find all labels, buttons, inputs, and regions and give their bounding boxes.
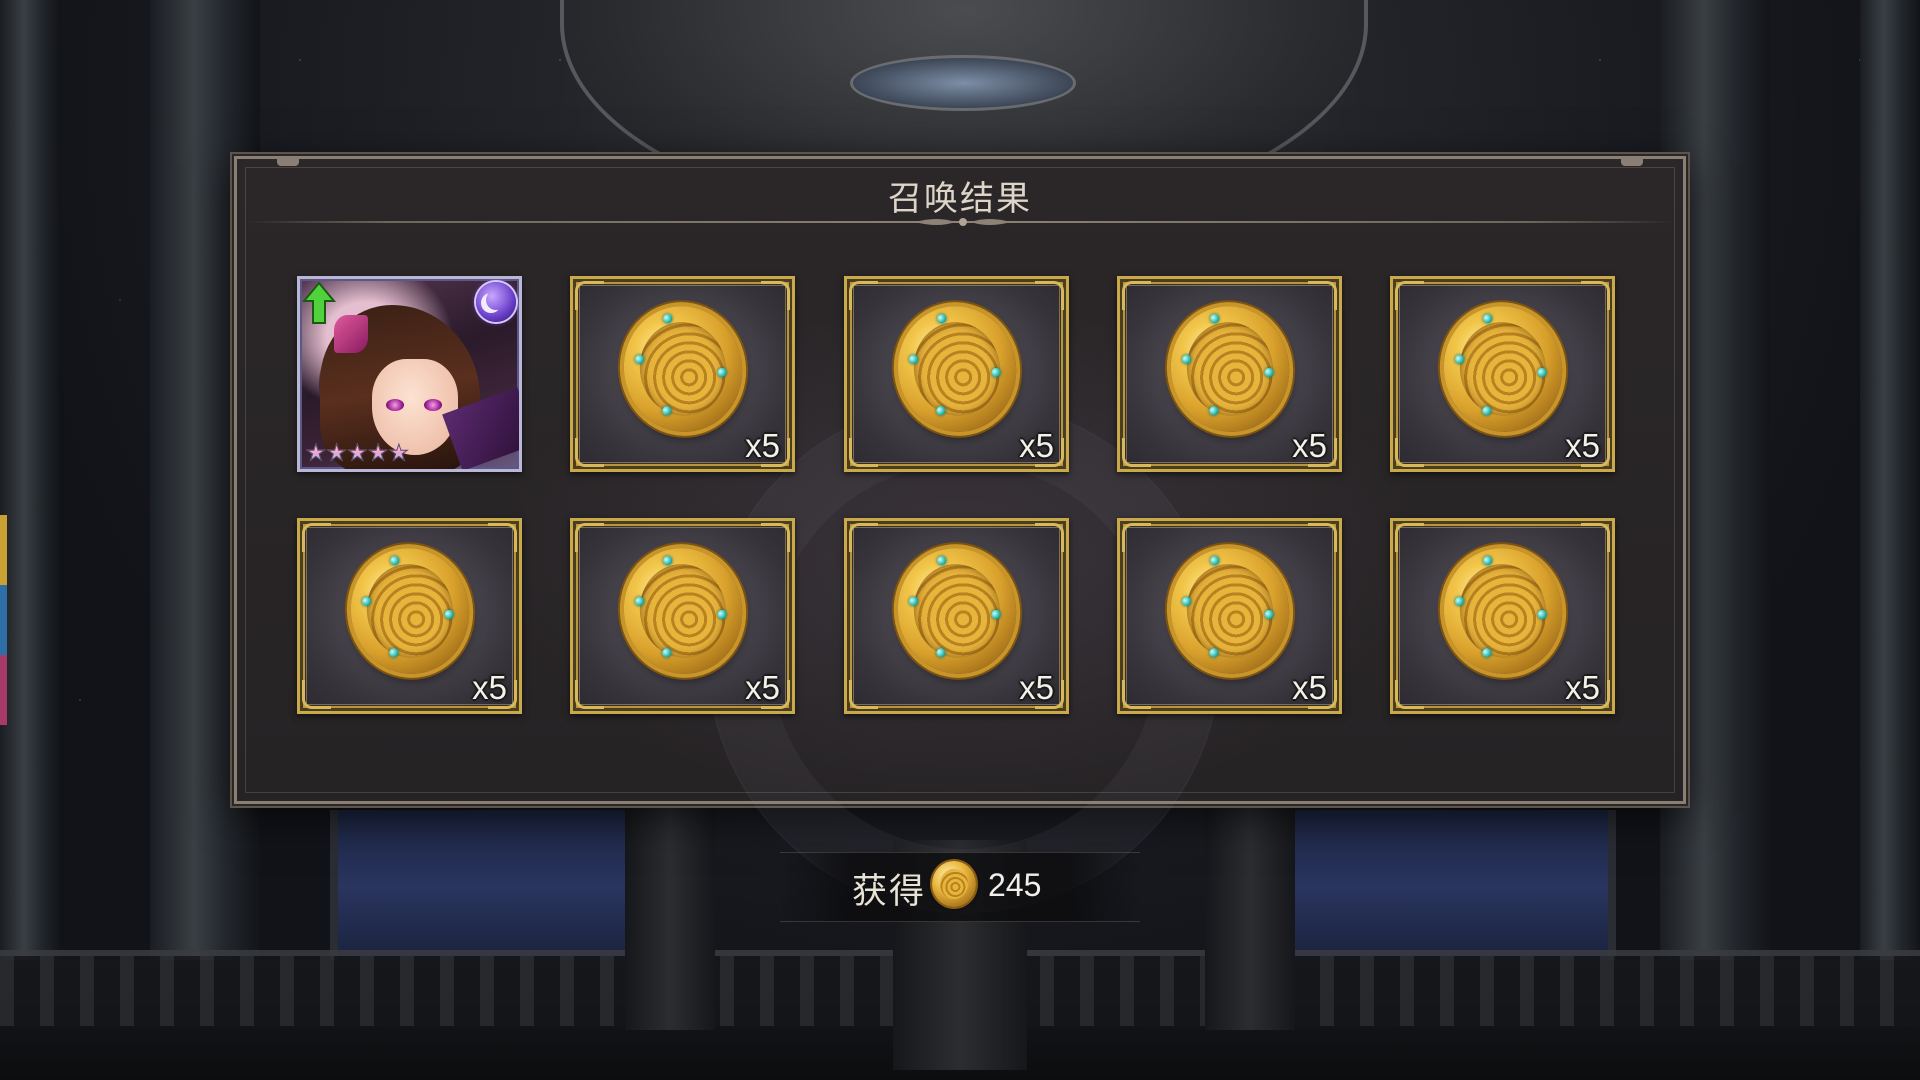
title-ornament-icon	[915, 218, 1011, 226]
result-card-item[interactable]: x5	[297, 518, 522, 714]
edge-strip-blue	[0, 585, 7, 655]
item-quantity: x5	[1019, 427, 1054, 464]
dialog-title: 召唤结果	[888, 179, 1032, 219]
golden-dragon-coin-icon	[611, 295, 754, 443]
summon-result-dialog: 召唤结果 ★ ★ ★ ★ ★ x5 x5 x5 x5 x5 x5 x5 x5 x…	[234, 156, 1686, 913]
golden-dragon-coin-icon	[1431, 295, 1574, 443]
pedestal-right	[1205, 800, 1295, 1030]
obtained-summary: 获得 245	[780, 852, 1140, 922]
moon-icon	[476, 282, 516, 322]
golden-dragon-coin-icon	[338, 537, 481, 685]
obtained-value: 245	[988, 867, 1042, 903]
result-card-character[interactable]: ★ ★ ★ ★ ★	[297, 276, 522, 472]
item-quantity: x5	[1292, 669, 1327, 706]
star-icon: ★	[326, 441, 347, 466]
result-card-item[interactable]: x5	[1390, 276, 1615, 472]
item-quantity: x5	[1019, 669, 1054, 706]
dialog-title-bar: 召唤结果	[237, 159, 1683, 226]
result-card-item[interactable]: x5	[1117, 276, 1342, 472]
character-eye	[424, 399, 442, 411]
character-eye	[386, 399, 404, 411]
golden-dragon-coin-icon	[1158, 537, 1301, 685]
star-icon: ★	[347, 441, 368, 466]
item-quantity: x5	[1292, 427, 1327, 464]
golden-dragon-coin-icon	[885, 537, 1028, 685]
golden-dragon-coin-icon	[885, 295, 1028, 443]
obtained-label: 获得	[852, 872, 927, 912]
level-up-arrow-icon	[302, 281, 336, 324]
item-quantity: x5	[1565, 669, 1600, 706]
star-icon: ★	[306, 441, 327, 466]
item-quantity: x5	[472, 669, 507, 706]
result-card-item[interactable]: x5	[844, 518, 1069, 714]
result-card-item[interactable]: x5	[570, 518, 795, 714]
item-quantity: x5	[745, 427, 780, 464]
star-icon: ★	[388, 441, 409, 466]
result-card-item[interactable]: x5	[1117, 518, 1342, 714]
pedestal-left	[625, 800, 715, 1030]
result-card-item[interactable]: x5	[844, 276, 1069, 472]
edge-strip-pink	[0, 655, 7, 725]
golden-dragon-coin-icon	[611, 537, 754, 685]
item-quantity: x5	[745, 669, 780, 706]
golden-dragon-coin-icon	[1431, 537, 1574, 685]
pillar-right-outer	[1860, 0, 1920, 1080]
star-icon: ★	[368, 441, 389, 466]
ceiling-skylight	[850, 55, 1076, 111]
item-quantity: x5	[1565, 427, 1600, 464]
golden-dragon-coin-icon	[932, 861, 976, 907]
rarity-stars: ★ ★ ★ ★ ★	[306, 441, 410, 466]
result-card-item[interactable]: x5	[1390, 518, 1615, 714]
golden-dragon-coin-icon	[1158, 295, 1301, 443]
pillar-left-outer	[0, 0, 60, 1080]
character-ribbon	[334, 315, 368, 353]
result-card-item[interactable]: x5	[570, 276, 795, 472]
edge-strip-yellow	[0, 515, 7, 585]
